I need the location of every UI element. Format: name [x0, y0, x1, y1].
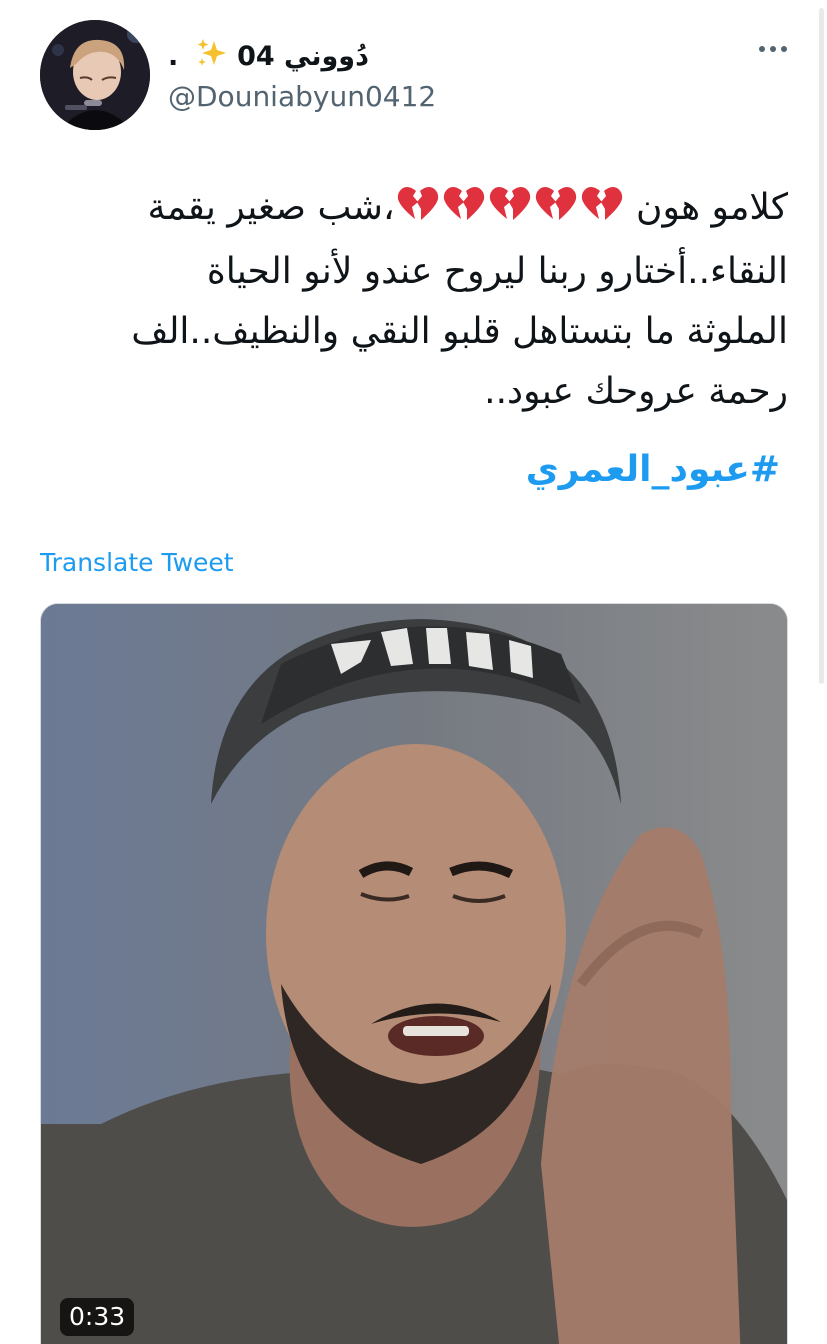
tweet-text-line-2: النقاء..أختارو ربنا ليروح عندو لأنو الحي…: [206, 251, 788, 292]
avatar[interactable]: [40, 20, 150, 130]
broken-hearts: [395, 187, 625, 228]
tweet-text-line-1-start: كلامو هون: [636, 187, 788, 228]
display-name-text: دُووني 04: [237, 41, 369, 72]
broken-heart-icon: [489, 182, 531, 242]
broken-heart-icon: [581, 182, 623, 242]
video-thumbnail[interactable]: [40, 603, 788, 1344]
scrollbar[interactable]: [819, 8, 824, 684]
tweet-text-line-3: الملوثة ما بتستاهل قلبو النقي والنظيف..ا…: [131, 311, 788, 352]
more-options-icon[interactable]: [759, 46, 787, 52]
user-handle[interactable]: @Douniabyun0412: [168, 80, 436, 113]
display-name[interactable]: . دُووني 04: [168, 38, 369, 75]
tweet-text: كلامو هون ،شب صغير يقمة النقاء..أختارو ر…: [40, 178, 788, 422]
video-duration-badge: 0:33: [60, 1298, 135, 1336]
broken-heart-icon: [443, 182, 485, 242]
broken-heart-icon: [535, 182, 577, 242]
broken-heart-icon: [397, 182, 439, 242]
display-name-suffix: .: [168, 41, 179, 72]
hashtag-link[interactable]: #عبود_العمري: [40, 440, 780, 500]
tweet-text-line-4: رحمة عروحك عبود..: [484, 371, 788, 412]
sparkles-icon: [196, 38, 228, 75]
tweet-text-line-1-end: ،شب صغير يقمة: [147, 187, 395, 228]
tweet-detail-page: . دُووني 04 @Douniabyun0412 كلامو هون ،ش…: [0, 0, 827, 1344]
translate-tweet-link[interactable]: Translate Tweet: [40, 548, 234, 577]
tweet-text-line-1: كلامو هون ،شب صغير يقمة: [40, 178, 788, 242]
